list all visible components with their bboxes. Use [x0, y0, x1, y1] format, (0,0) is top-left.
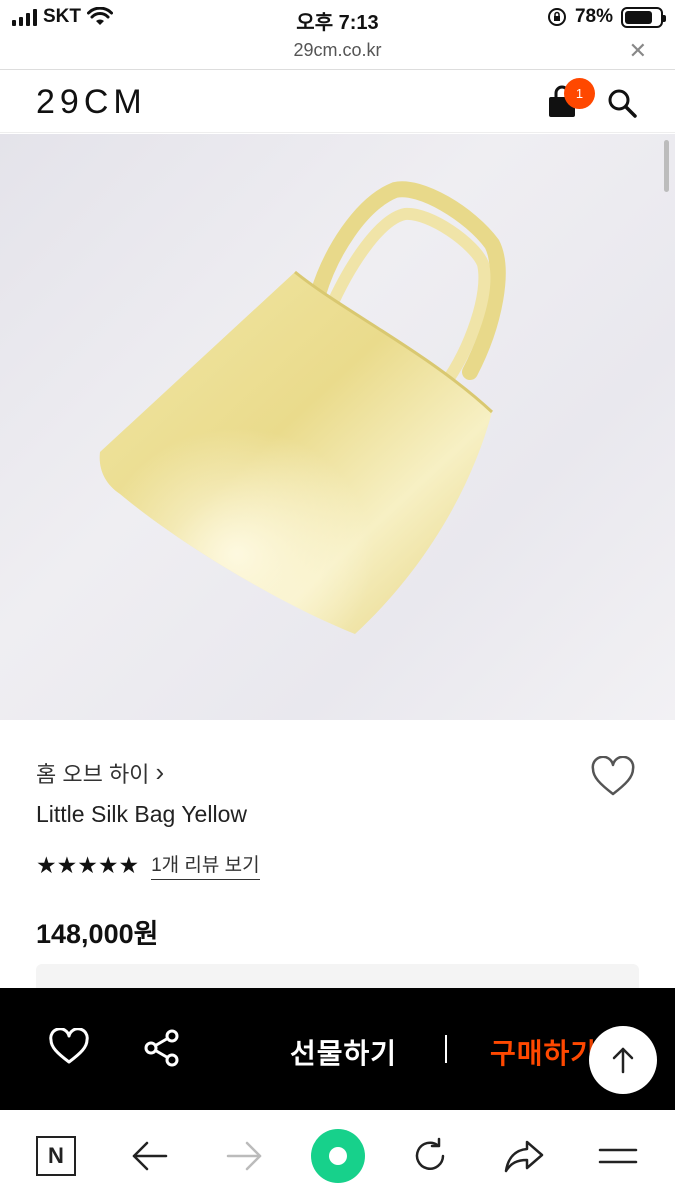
gift-button[interactable]: 선물하기 — [290, 1032, 397, 1072]
close-icon[interactable]: ✕ — [629, 38, 647, 64]
search-icon[interactable] — [606, 87, 638, 119]
back-button[interactable] — [128, 1134, 172, 1178]
browser-url-bar[interactable]: 29cm.co.kr ✕ — [0, 38, 675, 70]
status-right: 78% — [547, 6, 666, 28]
brand-link[interactable]: 홈 오브 하이 › — [36, 757, 164, 789]
share-arrow-icon — [504, 1140, 544, 1173]
chevron-right-icon: › — [155, 756, 165, 787]
battery-level — [625, 10, 652, 24]
product-price: 148,000원 — [36, 919, 159, 949]
action-bar: 선물하기 구매하기 — [0, 988, 675, 1110]
product-photo-illustration — [99, 181, 506, 634]
scroll-top-button[interactable] — [589, 1026, 657, 1094]
back-arrow-icon — [132, 1141, 168, 1171]
forward-arrow-icon — [226, 1141, 262, 1171]
buy-button[interactable]: 구매하기 — [490, 1032, 597, 1072]
naver-n-icon: N — [36, 1136, 76, 1176]
action-divider — [445, 1035, 447, 1063]
naver-n-button[interactable]: N — [34, 1134, 78, 1178]
rating-stars: ★★★★★ — [36, 851, 140, 878]
review-link[interactable]: 1개 리뷰 보기 — [151, 850, 260, 880]
product-image[interactable] — [0, 134, 675, 720]
refresh-icon — [415, 1137, 445, 1170]
url-text[interactable]: 29cm.co.kr — [0, 40, 675, 61]
browser-toolbar: N — [0, 1110, 675, 1200]
home-button[interactable] — [311, 1129, 365, 1183]
brand-name[interactable]: 홈 오브 하이 — [36, 757, 149, 789]
scroll-indicator[interactable] — [664, 140, 669, 192]
share-arrow-button[interactable] — [502, 1134, 546, 1178]
menu-icon — [598, 1148, 638, 1164]
heart-icon[interactable] — [48, 1028, 90, 1066]
rating-row: ★★★★★ 1개 리뷰 보기 — [36, 850, 260, 880]
site-logo[interactable]: 29CM — [36, 83, 147, 122]
forward-button[interactable] — [222, 1134, 266, 1178]
product-name: Little Silk Bag Yellow — [36, 801, 247, 827]
heart-icon[interactable] — [590, 756, 636, 798]
share-icon[interactable] — [142, 1028, 182, 1068]
menu-button[interactable] — [596, 1134, 640, 1178]
green-home-icon — [311, 1129, 365, 1183]
battery-percent: 78% — [574, 6, 613, 27]
battery-icon — [621, 6, 666, 28]
cart-count-badge: 1 — [564, 78, 595, 109]
status-bar: SKT 오후 7:13 78% — [0, 0, 675, 38]
arrow-up-icon — [612, 1047, 634, 1074]
orientation-lock-icon — [547, 8, 566, 26]
refresh-button[interactable] — [408, 1134, 452, 1178]
